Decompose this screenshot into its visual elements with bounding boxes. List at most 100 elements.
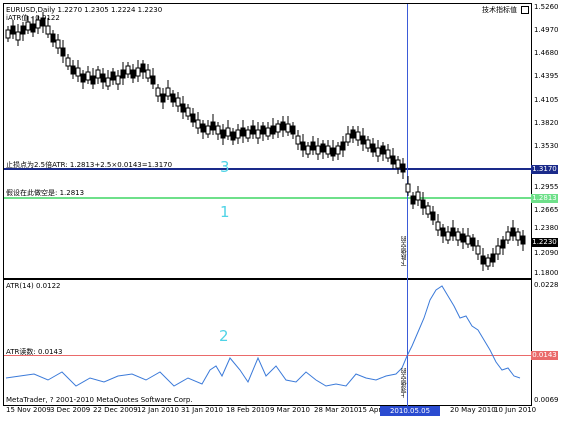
candle-body (135, 67, 141, 77)
marker-2: 2 (219, 327, 229, 345)
candle-body (10, 25, 16, 35)
candle-body (300, 141, 306, 151)
candle-body (325, 145, 331, 155)
price-scale-label: 1.4680 (534, 49, 559, 57)
candle-body (180, 103, 186, 113)
atr-scale-top: 0.0228 (534, 281, 559, 289)
atr-level-tag: 0.0143 (531, 351, 558, 360)
candle-body (85, 71, 91, 81)
candle-body (350, 129, 356, 139)
candle-body (425, 205, 431, 215)
candle-body (270, 125, 276, 135)
candle-body (355, 131, 361, 141)
price-and-atr-plot (5, 12, 526, 387)
candle-body (155, 87, 161, 97)
price-scale-label: 1.2090 (534, 249, 559, 257)
candle-body (205, 125, 211, 135)
candle-body (90, 75, 96, 85)
candle-body (125, 65, 131, 75)
candle-body (500, 239, 506, 249)
candle-body (185, 107, 191, 117)
candle-body (150, 75, 156, 85)
entry-annotation: 假设在此做空是: 1.2813 (6, 189, 85, 197)
candle-body (170, 93, 176, 103)
candle-body (100, 73, 106, 83)
candle-body (45, 25, 51, 35)
corner-label: 技术指标值 (482, 6, 517, 14)
time-axis-label: 12 Jan 2010 (137, 406, 179, 414)
candle-body (335, 145, 341, 155)
candle-body (345, 133, 351, 143)
current-price-tag: 1.2230 (531, 238, 558, 247)
atr-scale-bottom: 0.0069 (534, 396, 559, 404)
atr-series-line (5, 285, 521, 387)
vertical-note-main: 下跌做空的 (401, 236, 408, 266)
stop-price-tag: 1.3170 (531, 165, 558, 174)
candle-body (175, 97, 181, 107)
price-scale-label: 1.2380 (534, 224, 559, 232)
time-axis-label: 3 Dec 2009 (50, 406, 91, 414)
candle-body (320, 143, 326, 153)
candle-body (315, 145, 321, 155)
corner-indicator-icon[interactable] (521, 6, 529, 14)
candle-body (255, 129, 261, 139)
price-scale-label: 1.3820 (534, 119, 559, 127)
candle-body (285, 123, 291, 133)
candle-body (110, 71, 116, 81)
candle-body (410, 195, 416, 205)
candle-body (215, 125, 221, 135)
candle-body (105, 77, 111, 87)
candle-body (30, 23, 36, 33)
candle-body (310, 141, 316, 151)
atr-level-label: ATR读数: 0.0143 (6, 348, 63, 356)
candle-body (165, 87, 171, 97)
candle-body (75, 67, 81, 77)
time-axis-label: 22 Dec 2009 (93, 406, 138, 414)
candle-body (140, 63, 146, 73)
candle-body (210, 121, 216, 131)
candle-body (445, 231, 451, 241)
candlestick-series (5, 12, 526, 271)
candle-body (55, 39, 61, 49)
candle-body (405, 183, 411, 193)
candle-body (510, 227, 516, 237)
price-scale-label: 1.4395 (534, 72, 559, 80)
candle-body (330, 147, 336, 157)
metatrader-chart-window: EURUSD,Daily 1.2270 1.2305 1.2224 1.2230… (0, 0, 565, 425)
candle-body (80, 73, 86, 83)
candle-body (225, 127, 231, 137)
candle-body (455, 231, 461, 241)
indicator-info: iATR值 - 0.0122 (6, 14, 60, 22)
candle-body (5, 29, 11, 39)
candle-body (220, 129, 226, 139)
candle-body (70, 65, 76, 75)
candle-body (515, 231, 521, 241)
price-scale-label: 1.4105 (534, 96, 559, 104)
time-axis-label: 28 Mar 2010 (314, 406, 359, 414)
candle-body (465, 235, 471, 245)
candle-body (160, 93, 166, 103)
candle-body (95, 69, 101, 79)
candle-body (65, 57, 71, 67)
candle-body (340, 141, 346, 151)
candle-body (390, 155, 396, 165)
candle-body (485, 257, 491, 267)
candle-body (450, 227, 456, 237)
candle-body (60, 47, 66, 57)
atr-title: ATR(14) 0.0122 (6, 282, 61, 290)
time-axis-label: 9 Mar 2010 (270, 406, 310, 414)
candle-body (200, 123, 206, 133)
candle-body (50, 33, 56, 43)
candle-body (375, 147, 381, 157)
candle-body (195, 119, 201, 129)
price-scale-label: 1.3530 (534, 142, 559, 150)
copyright: MetaTrader, ? 2001-2010 MetaQuotes Softw… (6, 396, 193, 404)
candle-body (15, 31, 21, 41)
time-axis-label: 15 Nov 2009 (6, 406, 51, 414)
candle-body (505, 231, 511, 241)
price-scale-label: 1.1800 (534, 269, 559, 277)
candle-body (295, 135, 301, 145)
candle-body (520, 235, 526, 245)
candle-body (360, 135, 366, 145)
candle-body (115, 75, 121, 85)
